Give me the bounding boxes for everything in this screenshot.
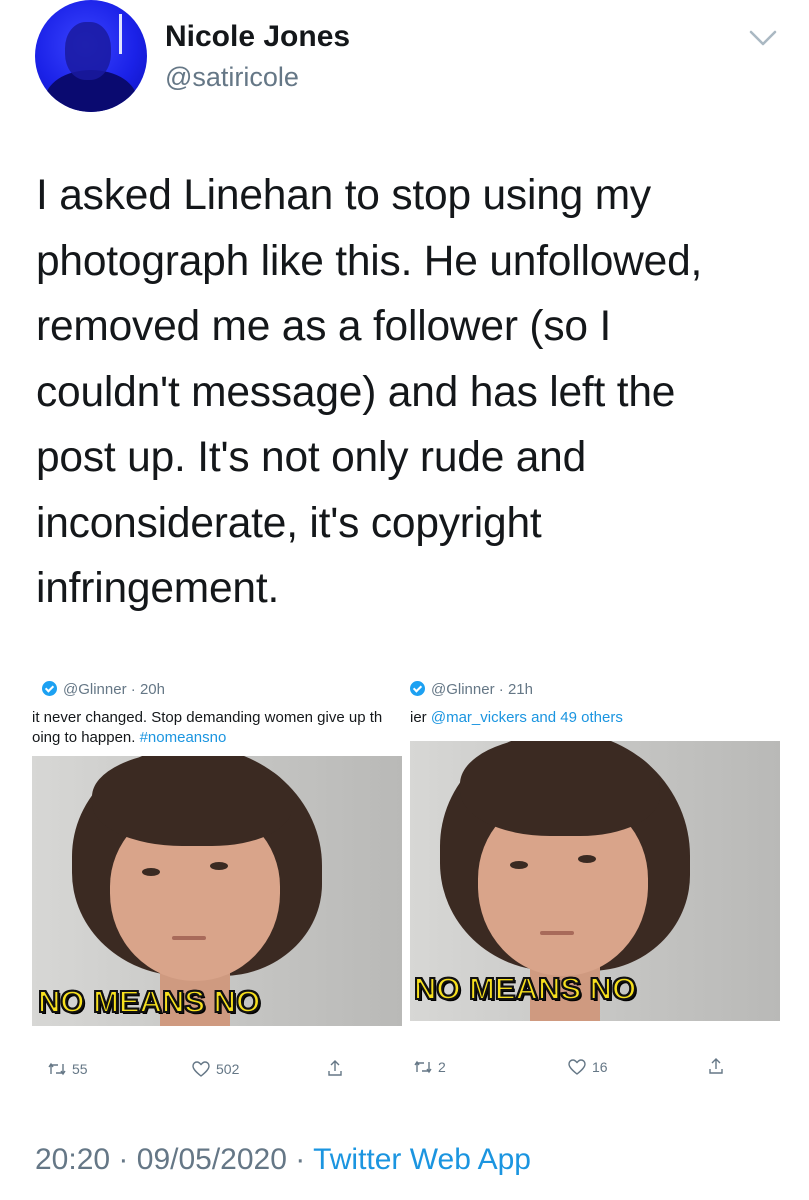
avatar-face: [65, 22, 111, 80]
tweet-line: I asked Linehan to stop using my: [36, 172, 651, 219]
like-button[interactable]: 16: [568, 1059, 608, 1075]
like-icon: [192, 1061, 210, 1077]
tweet-timestamp: 20:20 · 09/05/2020 · Twitter Web App: [35, 1143, 531, 1177]
retweet-count: 2: [438, 1059, 446, 1075]
chevron-down-icon[interactable]: [748, 28, 778, 48]
embedded-screenshot-2[interactable]: @Glinner · 21h ier @mar_vickers and 49 o…: [404, 673, 781, 1101]
share-button[interactable]: [327, 1059, 343, 1077]
embed-time: 20h: [139, 681, 165, 698]
embed-photo[interactable]: NO MEANS NO: [32, 756, 402, 1026]
tweet-line: infringement.: [36, 565, 280, 612]
share-icon: [709, 1058, 723, 1074]
like-count: 502: [216, 1061, 240, 1077]
source-app-link[interactable]: Twitter Web App: [313, 1143, 531, 1176]
tweet-line: inconsiderate, it's copyright: [36, 499, 542, 547]
tweet-time[interactable]: 20:20: [35, 1143, 110, 1176]
tweet-date[interactable]: 09/05/2020: [137, 1143, 287, 1176]
author-name[interactable]: Nicole Jones: [165, 20, 350, 54]
photo-caption: NO MEANS NO: [37, 983, 261, 1020]
embed-snippet-line: it never changed. Stop demanding women g…: [32, 709, 383, 726]
author-handle[interactable]: @satiricole: [165, 62, 299, 93]
embedded-screenshot-1[interactable]: @Glinner · 20h it never changed. Stop de…: [32, 673, 404, 1101]
embed-mention[interactable]: @mar_vickers and 49 others: [431, 709, 623, 726]
photo-caption: NO MEANS NO: [413, 970, 637, 1007]
embed-meta: @Glinner · 21h: [410, 681, 533, 698]
embed-handle: @Glinner: [63, 681, 127, 698]
verified-icon: [42, 681, 57, 696]
embed-hashtag[interactable]: #nomeansno: [140, 729, 227, 746]
avatar[interactable]: [35, 0, 147, 112]
retweet-count: 55: [72, 1061, 88, 1077]
tweet-text: I asked Linehan to stop using my photogr…: [36, 163, 776, 622]
like-icon: [568, 1059, 586, 1075]
tweet-line: couldn't message) and has left the: [36, 368, 676, 416]
tweet-line: post up. It's not only rude and: [36, 434, 587, 481]
embed-snippet-line: ier @mar_vickers and 49 others: [410, 709, 780, 726]
like-button[interactable]: 502: [192, 1061, 239, 1077]
embed-photo[interactable]: NO MEANS NO: [410, 741, 780, 1021]
embed-time: 21h: [507, 681, 533, 698]
share-icon: [328, 1060, 342, 1076]
tweet-line: photograph like this. He unfollowed,: [36, 237, 703, 285]
retweet-icon: [48, 1062, 66, 1076]
separator: ·: [118, 1143, 129, 1176]
embed-snippet-line: oing to happen. #nomeansno: [32, 729, 404, 746]
verified-icon: [410, 681, 425, 696]
embed-handle: @Glinner: [431, 681, 495, 698]
retweet-button[interactable]: 55: [48, 1061, 88, 1077]
embed-snippet-text: oing to happen.: [32, 729, 140, 746]
retweet-button[interactable]: 2: [414, 1059, 446, 1075]
tweet-line: removed me as a follower (so I: [36, 303, 612, 350]
retweet-icon: [414, 1060, 432, 1074]
embed-meta: @Glinner · 20h: [42, 681, 165, 698]
separator: ·: [295, 1143, 306, 1176]
embed-snippet-text: ier: [410, 709, 431, 726]
like-count: 16: [592, 1059, 608, 1075]
avatar-highlight: [119, 14, 122, 54]
share-button[interactable]: [708, 1057, 724, 1075]
